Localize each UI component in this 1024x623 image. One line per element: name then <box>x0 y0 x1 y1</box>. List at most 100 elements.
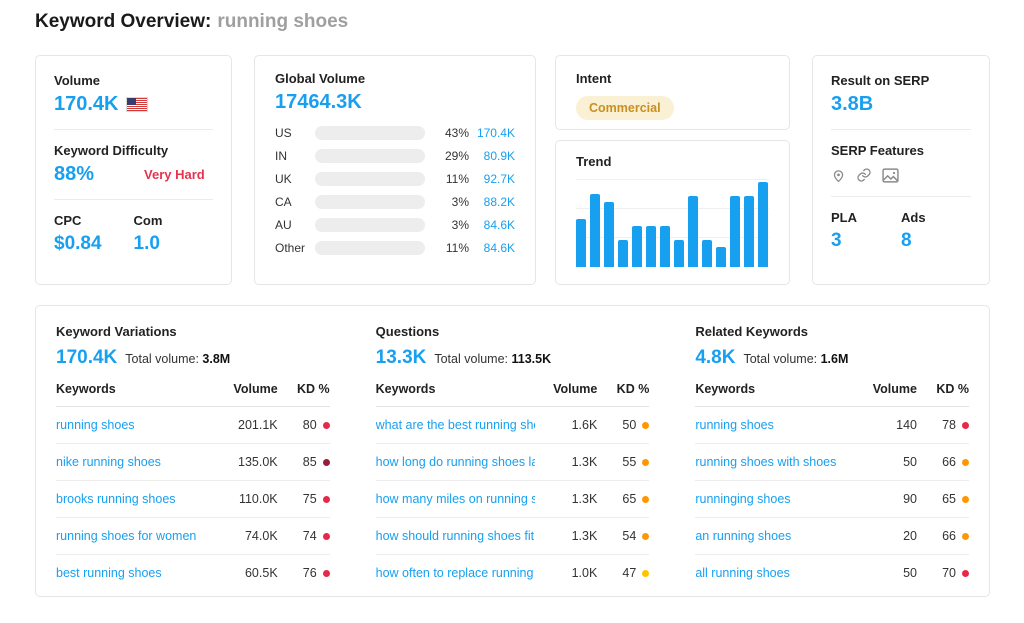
trend-bar <box>604 201 614 267</box>
country-row: UK 11% 92.7K <box>275 172 515 186</box>
volume-bar <box>315 218 425 232</box>
volume-cell: 74.0K <box>244 529 278 543</box>
keyword-link[interactable]: how long do running shoes last <box>376 455 536 469</box>
page-title-keyword: running shoes <box>217 11 349 32</box>
country-row: US 43% 170.4K <box>275 126 515 140</box>
volume-cell: 135.0K <box>238 455 278 469</box>
country-volume: 84.6K <box>483 241 515 255</box>
page-title: Keyword Overview: running shoes <box>35 11 348 33</box>
trend-card: Trend <box>555 140 790 285</box>
table-title: Keyword Variations <box>56 324 177 339</box>
country-volume: 92.7K <box>483 172 515 186</box>
kd-cell: 85 <box>278 455 330 469</box>
global-volume-label: Global Volume <box>275 71 366 86</box>
link-icon <box>857 168 871 182</box>
keyword-link[interactable]: how should running shoes fit <box>376 529 536 543</box>
table-count: 170.4K <box>56 347 118 368</box>
pla-label: PLA <box>831 210 857 225</box>
kd-cell: 76 <box>278 566 330 580</box>
divider <box>831 196 971 197</box>
volume-card: Volume 170.4K Keyword Difficulty 88% Ver… <box>35 55 232 285</box>
volume-cell: 50 <box>903 455 917 469</box>
global-volume-value: 17464.3K <box>275 91 362 113</box>
header-volume: Volume <box>553 382 598 396</box>
country-code: AU <box>275 218 292 232</box>
keyword-link[interactable]: runninging shoes <box>695 492 855 506</box>
volume-cell: 140 <box>896 418 917 432</box>
trend-bar <box>660 225 670 267</box>
trend-bar <box>646 225 656 267</box>
kd-cell: 65 <box>917 492 969 506</box>
serp-features-label: SERP Features <box>831 143 924 158</box>
divider <box>54 199 213 200</box>
serp-features-icons <box>831 167 971 183</box>
kd-cell: 66 <box>917 529 969 543</box>
country-percent: 11% <box>445 172 469 186</box>
trend-label: Trend <box>576 154 612 169</box>
country-volume: 170.4K <box>476 126 515 140</box>
related-keywords-table: Related Keywords 4.8K Total volume: 1.6M… <box>695 324 969 591</box>
kd-value: 80 <box>302 418 317 432</box>
table-row: running shoes with shoes 50 66 <box>695 444 969 481</box>
kd-dot <box>961 458 969 466</box>
keyword-link[interactable]: best running shoes <box>56 566 216 580</box>
com-value: 1.0 <box>133 233 160 254</box>
header-keywords: Keywords <box>695 382 756 396</box>
keyword-link[interactable]: how often to replace running shoes <box>376 566 536 580</box>
kd-dot <box>322 458 330 466</box>
total-value: 1.6M <box>820 352 849 366</box>
table-row: all running shoes 50 70 <box>695 555 969 591</box>
kd-cell: 75 <box>278 492 330 506</box>
table-row: best running shoes 60.5K 76 <box>56 555 330 591</box>
kd-value: 70 <box>942 566 956 580</box>
country-code: IN <box>275 149 287 163</box>
table-row: how often to replace running shoes 1.0K … <box>376 555 650 591</box>
keyword-link[interactable]: how many miles on running shoes <box>376 492 536 506</box>
header-kd: KD % <box>936 382 969 396</box>
kd-dot <box>961 495 969 503</box>
keyword-link[interactable]: nike running shoes <box>56 455 216 469</box>
keyword-link[interactable]: running shoes <box>56 418 216 432</box>
trend-bar <box>674 239 684 267</box>
table-row: nike running shoes 135.0K 85 <box>56 444 330 481</box>
trend-bar <box>618 239 628 267</box>
keyword-link[interactable]: running shoes <box>695 418 855 432</box>
trend-bar <box>590 193 600 267</box>
header-volume: Volume <box>872 382 917 396</box>
trend-bar <box>576 218 586 267</box>
volume-cell: 110.0K <box>238 492 278 506</box>
kd-cell: 50 <box>597 418 650 432</box>
table-title: Questions <box>375 324 440 339</box>
keyword-link[interactable]: brooks running shoes <box>56 492 216 506</box>
difficulty-level-text: Very Hard <box>144 167 205 182</box>
total-value: 3.8M <box>202 352 231 366</box>
kd-value: 47 <box>622 566 637 580</box>
keyword-link[interactable]: running shoes with shoes <box>695 455 855 469</box>
header-kd: KD % <box>616 382 650 396</box>
volume-bar <box>315 172 425 186</box>
difficulty-gauge-icon <box>102 166 136 183</box>
keyword-link[interactable]: an running shoes <box>695 529 855 543</box>
table-header: Keywords Volume KD % <box>56 369 330 407</box>
kd-dot <box>642 421 650 429</box>
country-percent: 43% <box>444 126 469 140</box>
keyword-difficulty-label: Keyword Difficulty <box>54 143 169 158</box>
volume-cell: 1.3K <box>571 492 598 506</box>
keyword-link[interactable]: all running shoes <box>695 566 855 580</box>
volume-label: Volume <box>54 73 100 88</box>
trend-bar <box>758 181 768 267</box>
kd-dot <box>322 569 330 577</box>
keyword-link[interactable]: what are the best running shoes <box>376 418 536 432</box>
intent-card: Intent Commercial <box>555 55 790 130</box>
keyword-link[interactable]: running shoes for women <box>56 529 216 543</box>
kd-cell: 55 <box>597 455 650 469</box>
volume-bar <box>315 149 425 163</box>
total-label: Total volume: <box>125 352 199 366</box>
country-percent: 29% <box>444 149 469 163</box>
table-header: Keywords Volume KD % <box>375 369 650 407</box>
kd-dot <box>642 532 650 540</box>
country-row: IN 29% 80.9K <box>275 149 515 163</box>
trend-chart <box>576 179 769 267</box>
header-keywords: Keywords <box>375 382 436 396</box>
keyword-variations-table: Keyword Variations 170.4K Total volume: … <box>56 324 330 591</box>
